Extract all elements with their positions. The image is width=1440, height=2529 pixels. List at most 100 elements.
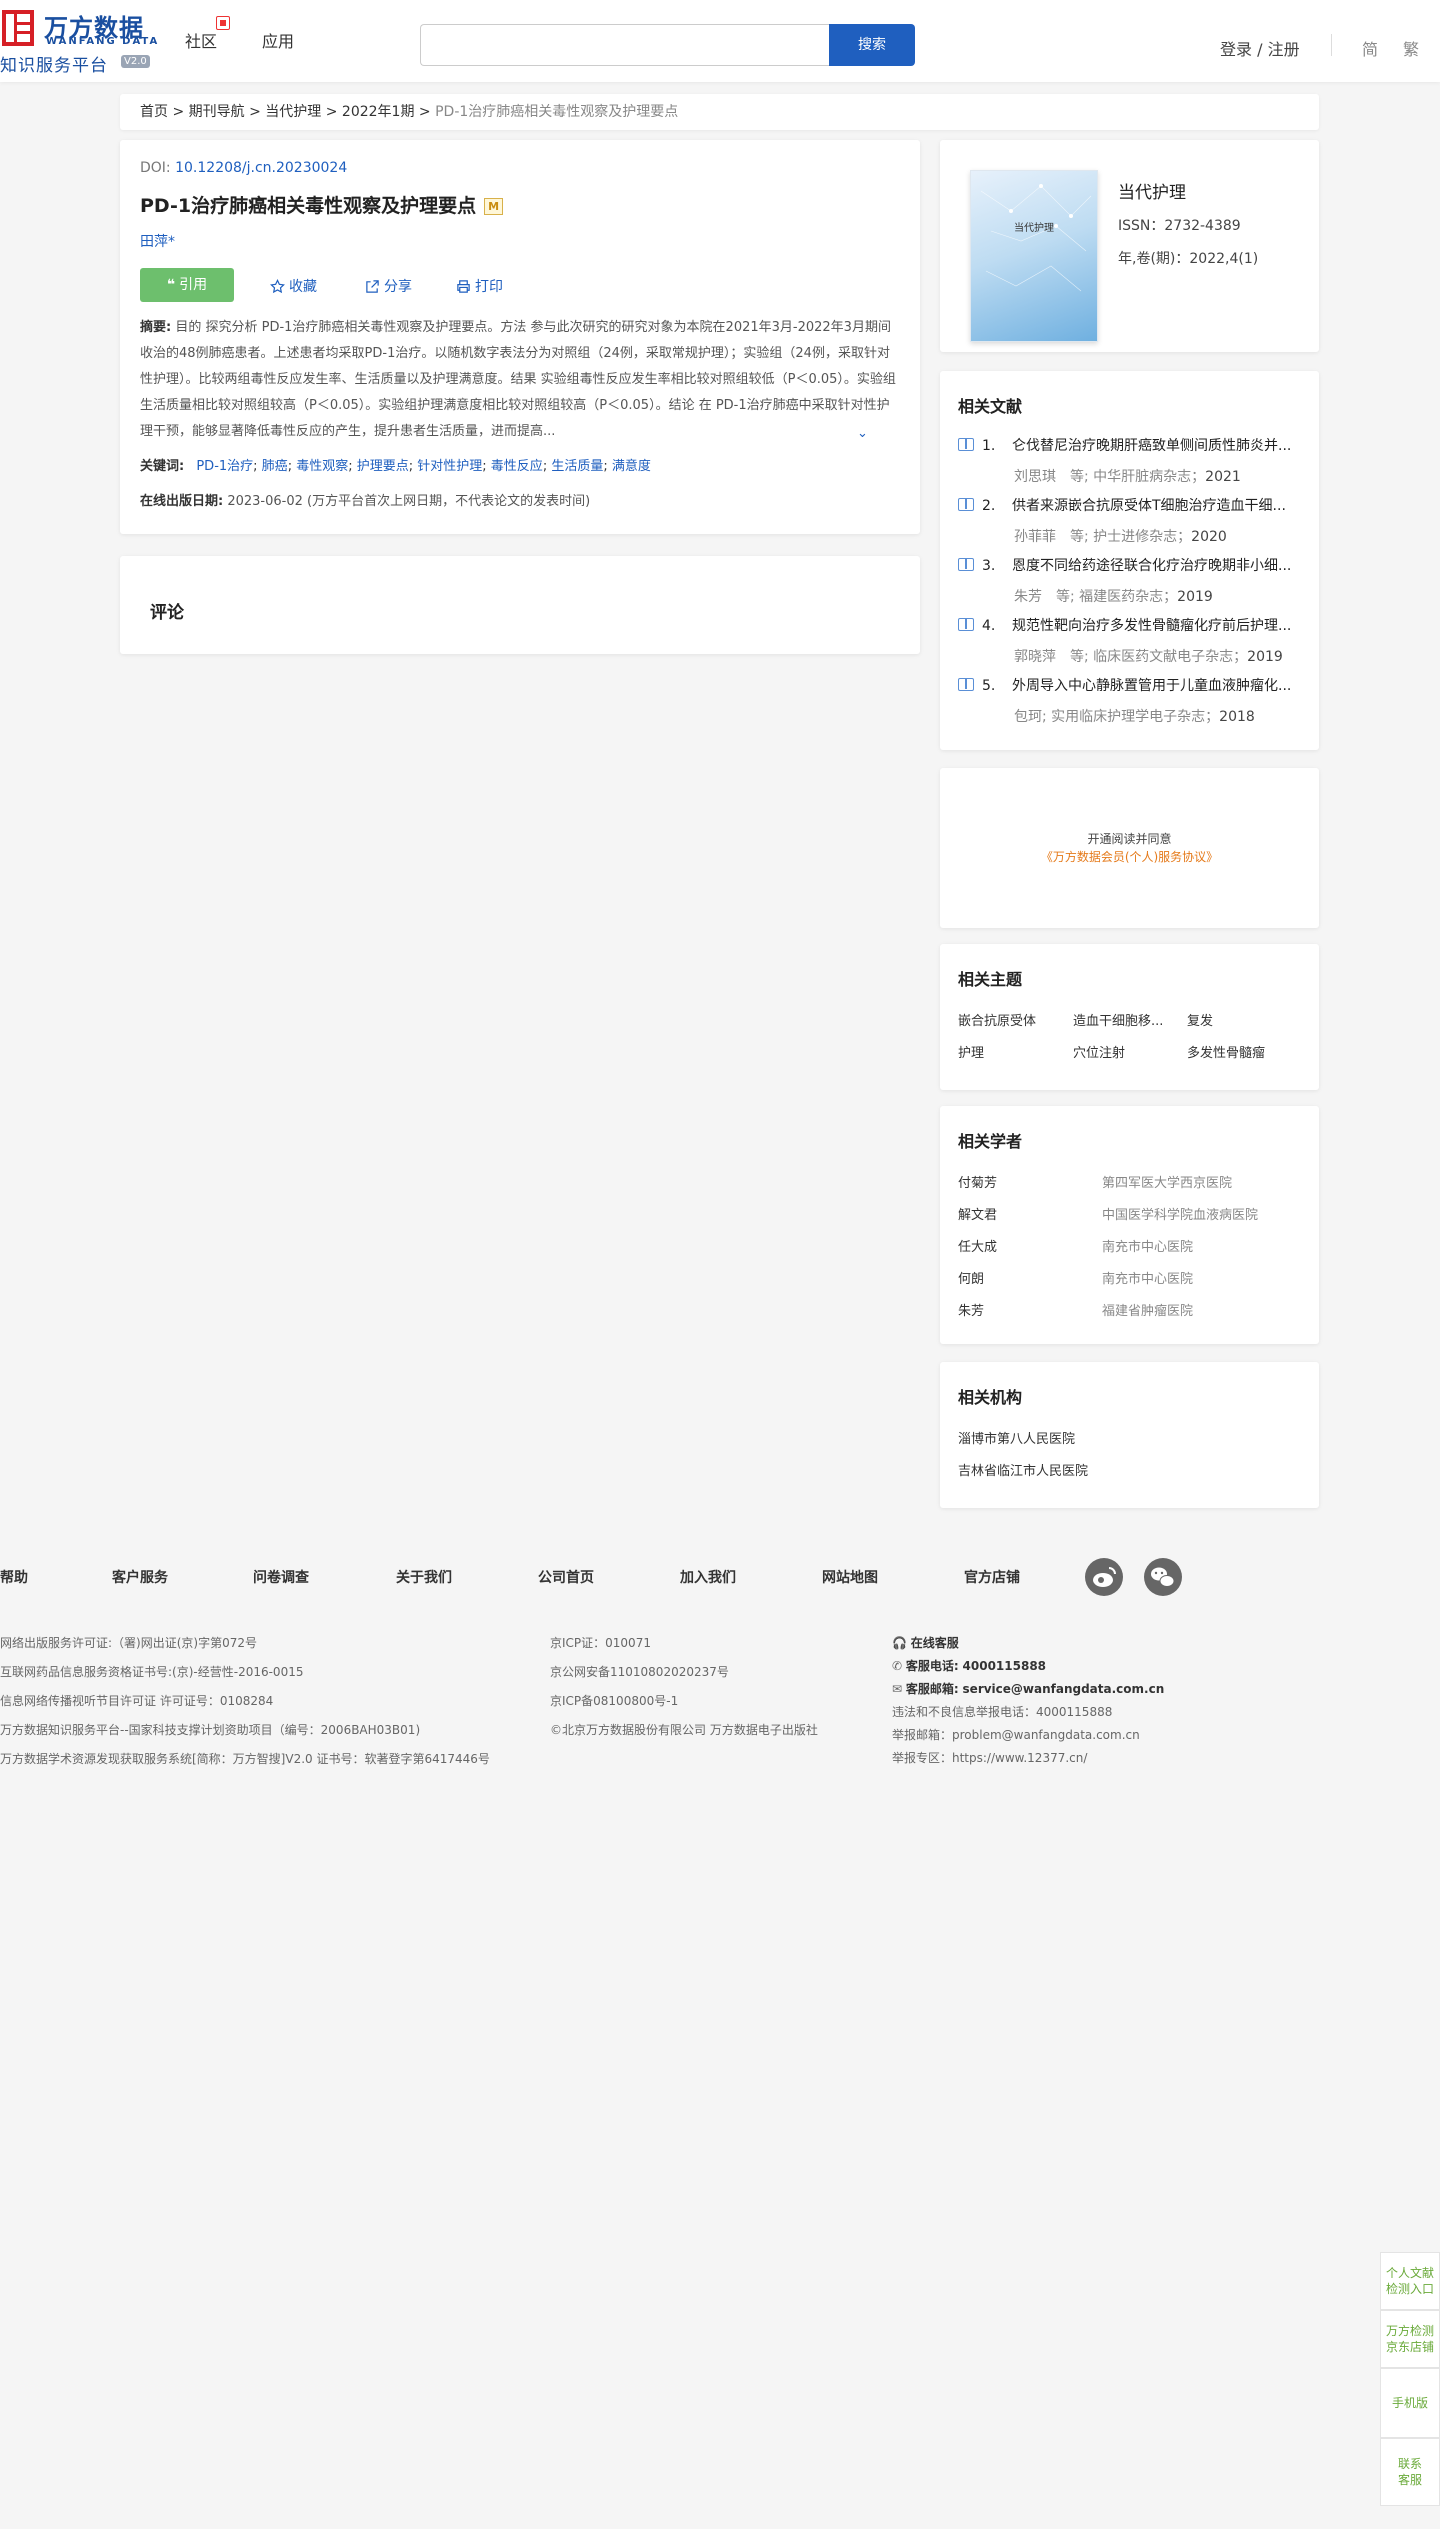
lit-year: 2021 bbox=[1205, 469, 1241, 485]
keyword-link[interactable]: 针对性护理 bbox=[417, 459, 482, 474]
scholar-name[interactable]: 任大成 bbox=[958, 1236, 997, 1255]
search-button[interactable]: 搜索 bbox=[829, 24, 915, 66]
scholar-name[interactable]: 解文君 bbox=[958, 1204, 997, 1223]
lit-title[interactable]: 供者来源嵌合抗原受体T细胞治疗造血干细... bbox=[1012, 498, 1286, 514]
org-link[interactable]: 吉林省临江市人民医院 bbox=[958, 1460, 1088, 1479]
lit-year: 2019 bbox=[1247, 649, 1283, 665]
footer-link-about[interactable]: 关于我们 bbox=[396, 1567, 452, 1587]
keyword-link[interactable]: PD-1治疗 bbox=[196, 459, 253, 474]
share-button[interactable]: 分享 bbox=[365, 276, 412, 296]
footer-icp[interactable]: 京ICP证：010071 bbox=[550, 1634, 651, 1651]
doi-link[interactable]: 10.12208/j.cn.20230024 bbox=[175, 160, 347, 176]
printer-icon bbox=[457, 280, 470, 293]
lang-simplified[interactable]: 简 bbox=[1362, 36, 1378, 60]
publish-date: 在线出版日期: 2023-06-02 (万方平台首次上网日期，不代表论文的发表时… bbox=[140, 490, 590, 509]
nav-community[interactable]: 社区 bbox=[185, 28, 217, 52]
lit-num: 1. bbox=[982, 438, 996, 454]
collect-button[interactable]: 收藏 bbox=[270, 276, 317, 296]
literature-item[interactable]: 1. 仑伐替尼治疗晚期肝癌致单侧间质性肺炎并... 刘思琪 等; 中华肝脏病杂志；… bbox=[958, 435, 1298, 486]
nav-apps[interactable]: 应用 bbox=[262, 28, 294, 52]
book-icon bbox=[958, 438, 974, 451]
scholar-org: 中国医学科学院血液病医院 bbox=[1102, 1208, 1259, 1223]
author-link[interactable]: 田萍* bbox=[140, 231, 175, 251]
footer-license: 万方数据学术资源发现获取服务系统[简称：万方智搜]V2.0 证书号：软著登字第6… bbox=[0, 1752, 490, 1766]
float-contact-label: 联系客服 bbox=[1397, 2457, 1422, 2487]
breadcrumb-journal[interactable]: 当代护理 bbox=[265, 104, 321, 120]
logo-sub: 知识服务平台 bbox=[0, 56, 108, 76]
footer-link-help[interactable]: 帮助 bbox=[0, 1567, 28, 1587]
journal-name[interactable]: 当代护理 bbox=[1118, 178, 1186, 203]
keyword-link[interactable]: 肺癌 bbox=[262, 459, 288, 474]
literature-item[interactable]: 4. 规范性靶向治疗多发性骨髓瘤化疗前后护理... 郭晓萍 等; 临床医药文献电子… bbox=[958, 615, 1298, 666]
topic-link[interactable]: 护理 bbox=[958, 1042, 984, 1061]
float-mobile[interactable]: 手机版 bbox=[1380, 2368, 1440, 2438]
lit-year: 2019 bbox=[1177, 589, 1213, 605]
org-link[interactable]: 淄博市第八人民医院 bbox=[958, 1428, 1075, 1447]
footer-online-service[interactable]: 🎧 在线客服 bbox=[892, 1634, 959, 1651]
float-jd-store[interactable]: 万方检测京东店铺 bbox=[1380, 2310, 1440, 2368]
service-agreement-link[interactable]: 《万方数据会员(个人)服务协议》 bbox=[940, 848, 1319, 865]
literature-item[interactable]: 2. 供者来源嵌合抗原受体T细胞治疗造血干细... 孙菲菲 等; 护士进修杂志；2… bbox=[958, 495, 1298, 546]
topic-link[interactable]: 嵌合抗原受体 bbox=[958, 1010, 1036, 1029]
lit-title[interactable]: 恩度不同给药途径联合化疗治疗晚期非小细... bbox=[1012, 558, 1291, 574]
comment-title: 评论 bbox=[150, 603, 184, 623]
keywords-label: 关键词: bbox=[140, 459, 185, 474]
footer-icp[interactable]: 京ICP备08100800号-1 bbox=[550, 1692, 678, 1709]
print-button[interactable]: 打印 bbox=[456, 276, 503, 296]
scholar-org: 福建省肿瘤医院 bbox=[1102, 1304, 1194, 1319]
footer-link-service[interactable]: 客户服务 bbox=[112, 1567, 168, 1587]
footer-link-store[interactable]: 官方店铺 bbox=[964, 1567, 1020, 1587]
topic-link[interactable]: 复发 bbox=[1187, 1010, 1213, 1029]
footer-report-site[interactable]: 举报专区：https://www.12377.cn/ bbox=[892, 1749, 1087, 1766]
wechat-glyph-icon bbox=[1151, 1567, 1175, 1587]
float-personal-check[interactable]: 个人文献检测入口 bbox=[1380, 2252, 1440, 2310]
logo-en: WANFANG DATA bbox=[46, 36, 160, 47]
footer-link-survey[interactable]: 问卷调查 bbox=[253, 1567, 309, 1587]
lit-title[interactable]: 仑伐替尼治疗晚期肝癌致单侧间质性肺炎并... bbox=[1012, 438, 1291, 454]
scholar-name[interactable]: 何朗 bbox=[958, 1268, 984, 1287]
lit-title[interactable]: 规范性靶向治疗多发性骨髓瘤化疗前后护理... bbox=[1012, 618, 1291, 634]
site-logo[interactable]: 万方数据 WANFANG DATA 知识服务平台 V2.0 bbox=[0, 6, 160, 76]
lit-title[interactable]: 外周导入中心静脉置管用于儿童血液肿瘤化... bbox=[1012, 678, 1291, 694]
pubdate-note: (万方平台首次上网日期，不代表论文的发表时间) bbox=[307, 494, 591, 509]
comment-card: 评论 bbox=[120, 556, 920, 654]
topic-link[interactable]: 穴位注射 bbox=[1073, 1042, 1125, 1061]
keyword-link[interactable]: 毒性反应 bbox=[491, 459, 543, 474]
email-value[interactable]: service@wanfangdata.com.cn bbox=[963, 1682, 1165, 1696]
keyword-link[interactable]: 生活质量 bbox=[551, 459, 603, 474]
cite-button[interactable]: ❝ 引用 bbox=[140, 268, 234, 302]
weibo-icon[interactable] bbox=[1085, 1558, 1123, 1596]
breadcrumb: 首页 > 期刊导航 > 当代护理 > 2022年1期 > PD-1治疗肺癌相关毒… bbox=[120, 94, 1319, 130]
footer-license: 互联网药品信息服务资格证书号:(京)-经营性-2016-0015 bbox=[0, 1665, 304, 1679]
lang-traditional[interactable]: 繁 bbox=[1403, 36, 1419, 60]
breadcrumb-home[interactable]: 首页 bbox=[140, 104, 168, 120]
journal-cover[interactable]: 当代护理 bbox=[970, 170, 1098, 342]
breadcrumb-current: PD-1治疗肺癌相关毒性观察及护理要点 bbox=[435, 104, 679, 120]
keyword-link[interactable]: 毒性观察 bbox=[296, 459, 348, 474]
service-text: 开通阅读并同意 bbox=[1087, 832, 1172, 846]
email-label: 客服邮箱: bbox=[905, 1682, 959, 1696]
topic-link[interactable]: 造血干细胞移... bbox=[1073, 1010, 1163, 1029]
footer-link-home[interactable]: 公司首页 bbox=[538, 1567, 594, 1587]
scholar-name[interactable]: 付菊芳 bbox=[958, 1172, 997, 1191]
weibo-glyph-icon bbox=[1093, 1567, 1116, 1587]
expand-chevron-icon[interactable]: ⌄ bbox=[857, 426, 868, 441]
footer-icp[interactable]: 京公网安备11010802020237号 bbox=[550, 1663, 729, 1680]
footer-link-join[interactable]: 加入我们 bbox=[680, 1567, 736, 1587]
search-input[interactable] bbox=[420, 24, 830, 66]
literature-item[interactable]: 5. 外周导入中心静脉置管用于儿童血液肿瘤化... 包珂; 实用临床护理学电子杂志… bbox=[958, 675, 1298, 726]
keyword-link[interactable]: 满意度 bbox=[612, 459, 651, 474]
literature-item[interactable]: 3. 恩度不同给药途径联合化疗治疗晚期非小细... 朱芳 等; 福建医药杂志；20… bbox=[958, 555, 1298, 606]
breadcrumb-sep: > bbox=[172, 104, 185, 120]
lit-authors: 孙菲菲 等; bbox=[1014, 529, 1089, 545]
float-contact[interactable]: 联系客服 bbox=[1380, 2438, 1440, 2506]
scholar-name[interactable]: 朱芳 bbox=[958, 1300, 984, 1319]
keyword-link[interactable]: 护理要点 bbox=[357, 459, 409, 474]
topic-link[interactable]: 多发性骨髓瘤 bbox=[1187, 1042, 1265, 1061]
wechat-icon[interactable] bbox=[1144, 1558, 1182, 1596]
footer-link-sitemap[interactable]: 网站地图 bbox=[822, 1567, 878, 1587]
login-register-link[interactable]: 登录 / 注册 bbox=[1220, 36, 1300, 60]
footer-license: 信息网络传播视听节目许可证 许可证号：0108284 bbox=[0, 1694, 274, 1708]
breadcrumb-journals[interactable]: 期刊导航 bbox=[189, 104, 245, 120]
breadcrumb-issue[interactable]: 2022年1期 bbox=[342, 104, 415, 120]
